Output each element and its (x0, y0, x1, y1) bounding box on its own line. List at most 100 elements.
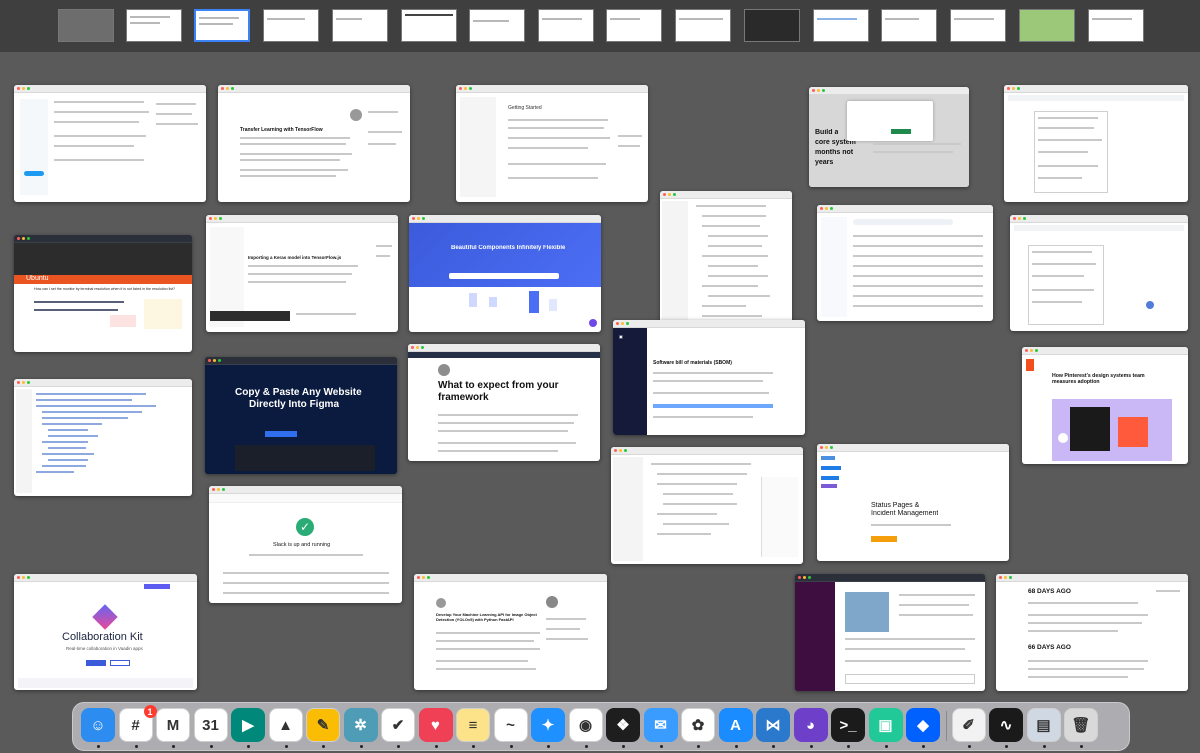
freeform-icon[interactable]: ~ (493, 708, 528, 742)
notes-icon[interactable]: ≡ (456, 708, 490, 742)
space-desktop-12[interactable] (813, 9, 869, 42)
running-indicator (472, 745, 475, 748)
space-desktop-1[interactable] (58, 9, 114, 42)
github-desktop-icon[interactable]: ◕ (793, 708, 828, 742)
running-indicator (172, 745, 175, 748)
mail-icon[interactable]: ✉ (643, 708, 678, 742)
window-google-doc-1[interactable] (1004, 85, 1188, 202)
space-desktop-3[interactable] (194, 9, 250, 42)
window-google-drive[interactable] (817, 205, 993, 321)
chrome-icon[interactable]: ◉ (568, 708, 603, 742)
window-tree-editor[interactable] (611, 447, 803, 564)
window-framework-article[interactable]: What to expect from your framework (408, 344, 600, 461)
things-icon[interactable]: ✔ (381, 708, 415, 742)
ubuntu-question-title: How can I set the monitor by terminal re… (34, 287, 176, 291)
ad-headline-a: Build a (815, 129, 839, 136)
space-desktop-2[interactable] (126, 9, 182, 42)
sbom-sidebar-brand: ▣ (619, 334, 623, 339)
running-indicator (209, 745, 213, 748)
running-indicator (509, 745, 513, 748)
window-tf-docs[interactable]: Getting Started (456, 85, 648, 202)
running-indicator (359, 745, 363, 748)
running-indicator (967, 745, 971, 748)
framework-article-title-b: framework (438, 392, 489, 403)
framework-article-title-a: What to expect from your (438, 380, 559, 391)
space-desktop-8[interactable] (538, 9, 594, 42)
dock-separator (945, 711, 947, 741)
window-figma-copy[interactable]: Copy & Paste Any Website Directly Into F… (205, 357, 397, 474)
activity-monitor-icon[interactable]: ∿ (989, 708, 1023, 742)
statuspage-title-b: Incident Management (871, 510, 939, 517)
terminal-icon[interactable]: >_ (831, 708, 865, 742)
statuspage-title-a: Status Pages & (871, 502, 920, 509)
window-statuspage[interactable]: Status Pages & Incident Management (817, 444, 1009, 561)
spaces-bar (0, 0, 1200, 52)
google-drive-icon[interactable]: ▲ (268, 708, 303, 742)
window-google-doc-2[interactable] (1010, 215, 1188, 331)
google-keep-icon[interactable]: ✎ (306, 708, 340, 742)
components-title: Beautiful Components Infinitely Flexible (451, 245, 566, 251)
space-desktop-4[interactable] (263, 9, 319, 42)
window-sbom-docs[interactable]: ▣ Software bill of materials (SBOM) (613, 320, 805, 435)
running-indicator (284, 745, 288, 748)
running-indicator (1080, 745, 1083, 748)
window-advertisement[interactable]: Build a core system months not years (809, 87, 969, 187)
ubuntu-brand: Ubuntu (26, 275, 49, 282)
space-desktop-7[interactable] (469, 9, 525, 42)
gmail-icon[interactable]: M (156, 708, 190, 742)
window-collaboration-kit[interactable]: Collaboration Kit Real-time collaboratio… (14, 574, 197, 690)
window-slack-status[interactable]: ✓ Slack is up and running (209, 486, 402, 603)
google-meet-icon[interactable]: ▶ (231, 708, 265, 742)
finder-icon[interactable]: ☺ (81, 708, 115, 742)
running-indicator (809, 745, 813, 748)
safari-icon[interactable]: ✦ (531, 708, 565, 742)
running-indicator (847, 745, 850, 748)
keras-doc-title: Importing a Keras model into TensorFlow.… (248, 255, 342, 260)
running-indicator (584, 745, 588, 748)
window-components-site[interactable]: Beautiful Components Infinitely Flexible (409, 215, 601, 332)
google-calendar-icon[interactable]: 31 (193, 708, 228, 742)
running-indicator (922, 745, 925, 748)
pocket-icon[interactable]: ♥ (418, 708, 453, 742)
running-indicator (547, 745, 550, 748)
loom-icon[interactable]: ✲ (343, 708, 378, 742)
preview-icon[interactable]: ▤ (1026, 708, 1061, 742)
space-desktop-16[interactable] (1088, 9, 1144, 42)
window-tensorflow-article[interactable]: Transfer Learning with TensorFlow (218, 85, 410, 202)
checkmark-icon: ✓ (296, 518, 314, 536)
running-indicator (397, 745, 400, 748)
space-desktop-15[interactable] (1019, 9, 1075, 42)
collab-kit-title: Collaboration Kit (62, 631, 143, 643)
window-ml-api-article[interactable]: Develop Your Machine Learning API for Im… (414, 574, 607, 690)
space-desktop-13[interactable] (881, 9, 937, 42)
running-indicator (734, 745, 738, 748)
dropbox-icon[interactable]: ◆ (906, 708, 940, 742)
window-pinterest-article[interactable]: How Pinterest's design systems team meas… (1022, 347, 1188, 464)
window-slack-app[interactable] (795, 574, 985, 691)
devtoys-icon[interactable]: ▣ (868, 708, 903, 742)
vscode-icon[interactable]: ⋈ (756, 708, 790, 742)
window-askubuntu[interactable]: Ubuntu How can I set the monitor by term… (14, 235, 192, 352)
figma-copy-title-b: Directly Into Figma (249, 399, 340, 410)
space-desktop-6[interactable] (401, 9, 457, 42)
photos-icon[interactable]: ✿ (681, 708, 715, 742)
app-store-icon[interactable]: A (718, 708, 753, 742)
trash-icon[interactable]: 🗑 (1064, 708, 1098, 742)
slack-icon[interactable]: #1 (118, 705, 157, 742)
ml-api-title: Develop Your Machine Learning API for Im… (436, 612, 537, 622)
changelog-heading-1: 68 DAYS AGO (1028, 588, 1071, 595)
window-code-editor[interactable] (14, 379, 192, 496)
textedit-icon[interactable]: ✐ (951, 708, 986, 742)
figma-icon[interactable]: ❖ (606, 708, 640, 742)
window-twitter[interactable] (14, 85, 206, 202)
space-desktop-5[interactable] (332, 9, 388, 42)
ad-headline-c: months not (815, 149, 854, 156)
space-desktop-11[interactable] (744, 9, 800, 42)
space-desktop-14[interactable] (950, 9, 1006, 42)
space-desktop-9[interactable] (606, 9, 662, 42)
running-indicator (772, 745, 775, 748)
window-keras-doc[interactable]: Importing a Keras model into TensorFlow.… (206, 215, 398, 332)
window-changelog[interactable]: 68 DAYS AGO 66 DAYS AGO (996, 574, 1188, 691)
space-desktop-10[interactable] (675, 9, 731, 42)
running-indicator (97, 745, 100, 748)
